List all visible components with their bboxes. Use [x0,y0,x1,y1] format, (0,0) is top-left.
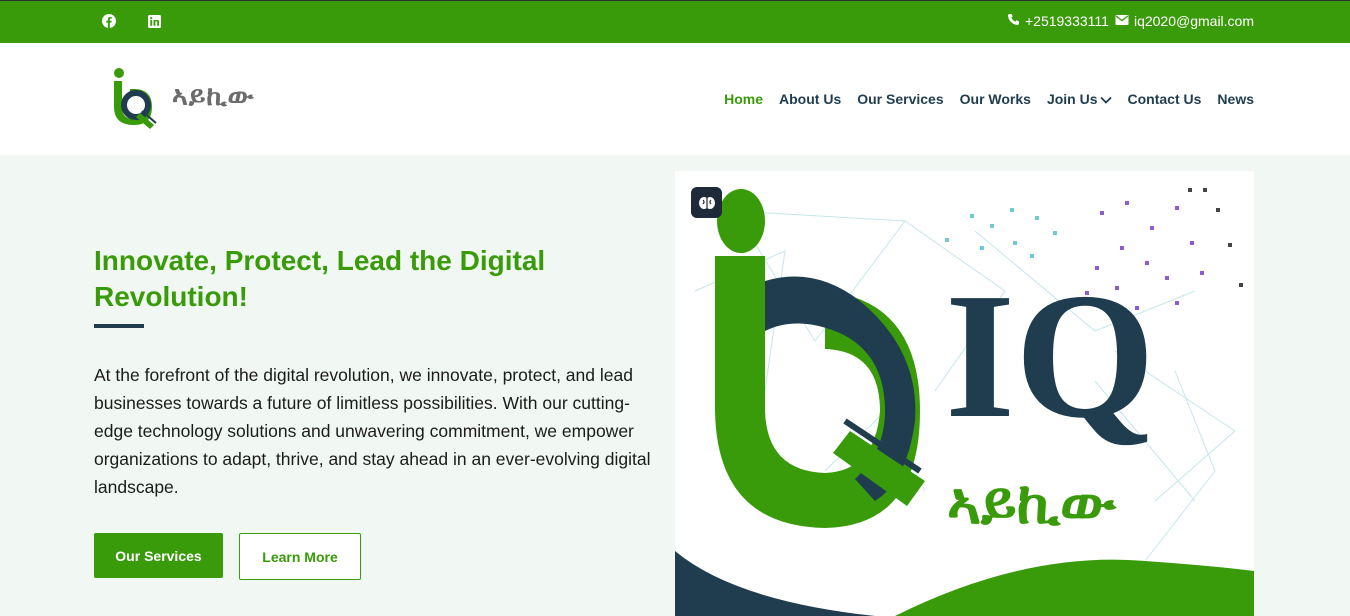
title-underline [94,324,144,328]
email-address: iq2020@gmail.com [1133,13,1254,29]
nav-home[interactable]: Home [724,91,763,107]
image-brand-letters: IQ [945,256,1155,455]
site-header: ኣይኪው Home About Us Our Services Our Work… [0,43,1350,155]
nav-about-us[interactable]: About Us [779,91,841,107]
image-brand-script: ኣይኪው [947,469,1117,537]
phone-icon [1007,13,1020,29]
nav-join-us-label: Join Us [1046,91,1098,107]
chevron-down-icon [1099,91,1112,107]
hero-description: At the forefront of the digital revoluti… [94,365,651,497]
linkedin-icon[interactable] [146,13,162,29]
nav-our-works[interactable]: Our Works [960,91,1031,107]
phone-link[interactable]: +2519333111 [1007,13,1109,29]
main-nav: Home About Us Our Services Our Works Joi… [724,91,1254,107]
nav-our-services[interactable]: Our Services [857,91,943,107]
hero-section: Innovate, Protect, Lead the Digital Revo… [0,155,1350,616]
mail-icon [1115,13,1129,29]
learn-more-button[interactable]: Learn More [239,533,361,580]
contact-info: +2519333111 iq2020@gmail.com [1007,13,1254,29]
nav-contact-us[interactable]: Contact Us [1128,91,1202,107]
hero-image: IQ ኣይኪው [675,171,1254,616]
facebook-icon[interactable] [101,13,117,29]
logo-text[interactable]: ኣይኪው [172,81,255,113]
our-services-button[interactable]: Our Services [94,533,223,578]
email-link[interactable]: iq2020@gmail.com [1115,13,1254,29]
nav-news[interactable]: News [1217,91,1254,107]
logo-icon[interactable] [108,67,164,131]
top-bar: +2519333111 iq2020@gmail.com [0,0,1350,43]
phone-number: +2519333111 [1024,13,1109,29]
nav-join-us[interactable]: Join Us [1047,91,1112,107]
hero-title: Innovate, Protect, Lead the Digital Revo… [94,245,546,312]
brain-icon[interactable] [691,187,722,218]
